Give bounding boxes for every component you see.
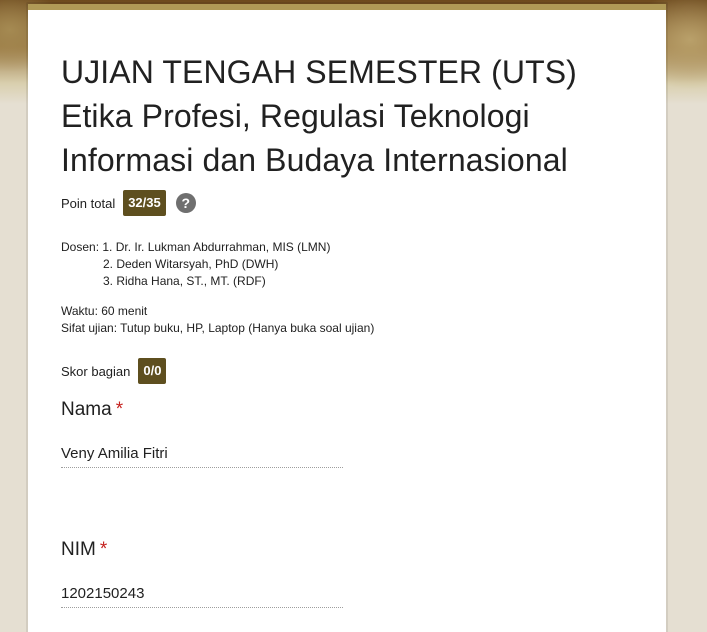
required-mark: * <box>115 399 124 420</box>
required-mark: * <box>99 539 108 560</box>
section-score: Skor bagian 0/0 <box>61 357 167 385</box>
total-points: Poin total 32/35 ? <box>61 188 196 218</box>
question-nim: NIM * 1202150243 <box>61 538 343 608</box>
question-nama: Nama * Veny Amilia Fitri <box>61 398 343 468</box>
dosen-line-1: Dosen: 1. Dr. Ir. Lukman Abdurrahman, MI… <box>61 240 331 254</box>
help-icon[interactable]: ? <box>175 193 196 213</box>
section-score-label: Skor bagian <box>61 363 131 379</box>
nim-answer-field[interactable]: 1202150243 <box>61 584 343 608</box>
dosen-line-3: 3. Ridha Hana, ST., MT. (RDF) <box>103 274 266 288</box>
section-score-badge: 0/0 <box>138 358 167 384</box>
form-title-line-2: Etika Profesi, Regulasi Teknologi <box>61 98 530 134</box>
total-points-label: Poin total <box>61 195 116 211</box>
total-points-badge: 32/35 <box>123 190 166 216</box>
form-description: Dosen: 1. Dr. Ir. Lukman Abdurrahman, MI… <box>61 239 374 337</box>
question-label: Nama * <box>61 398 343 422</box>
dosen-line-2: 2. Deden Witarsyah, PhD (DWH) <box>103 257 279 271</box>
waktu-text: Waktu: 60 menit <box>61 304 148 318</box>
form-header: UJIAN TENGAH SEMESTER (UTS) Etika Profes… <box>61 50 641 182</box>
question-label-text: NIM <box>61 539 96 560</box>
form-card: UJIAN TENGAH SEMESTER (UTS) Etika Profes… <box>28 4 666 632</box>
question-label-text: Nama <box>61 399 112 420</box>
sifat-ujian-text: Sifat ujian: Tutup buku, HP, Laptop (Han… <box>61 321 375 335</box>
form-title-line-1: UJIAN TENGAH SEMESTER (UTS) <box>61 54 577 90</box>
nama-answer-field[interactable]: Veny Amilia Fitri <box>61 444 343 468</box>
form-title-line-3: Informasi dan Budaya Internasional <box>61 142 568 178</box>
question-label: NIM * <box>61 538 343 562</box>
form-title: UJIAN TENGAH SEMESTER (UTS) Etika Profes… <box>61 50 641 182</box>
